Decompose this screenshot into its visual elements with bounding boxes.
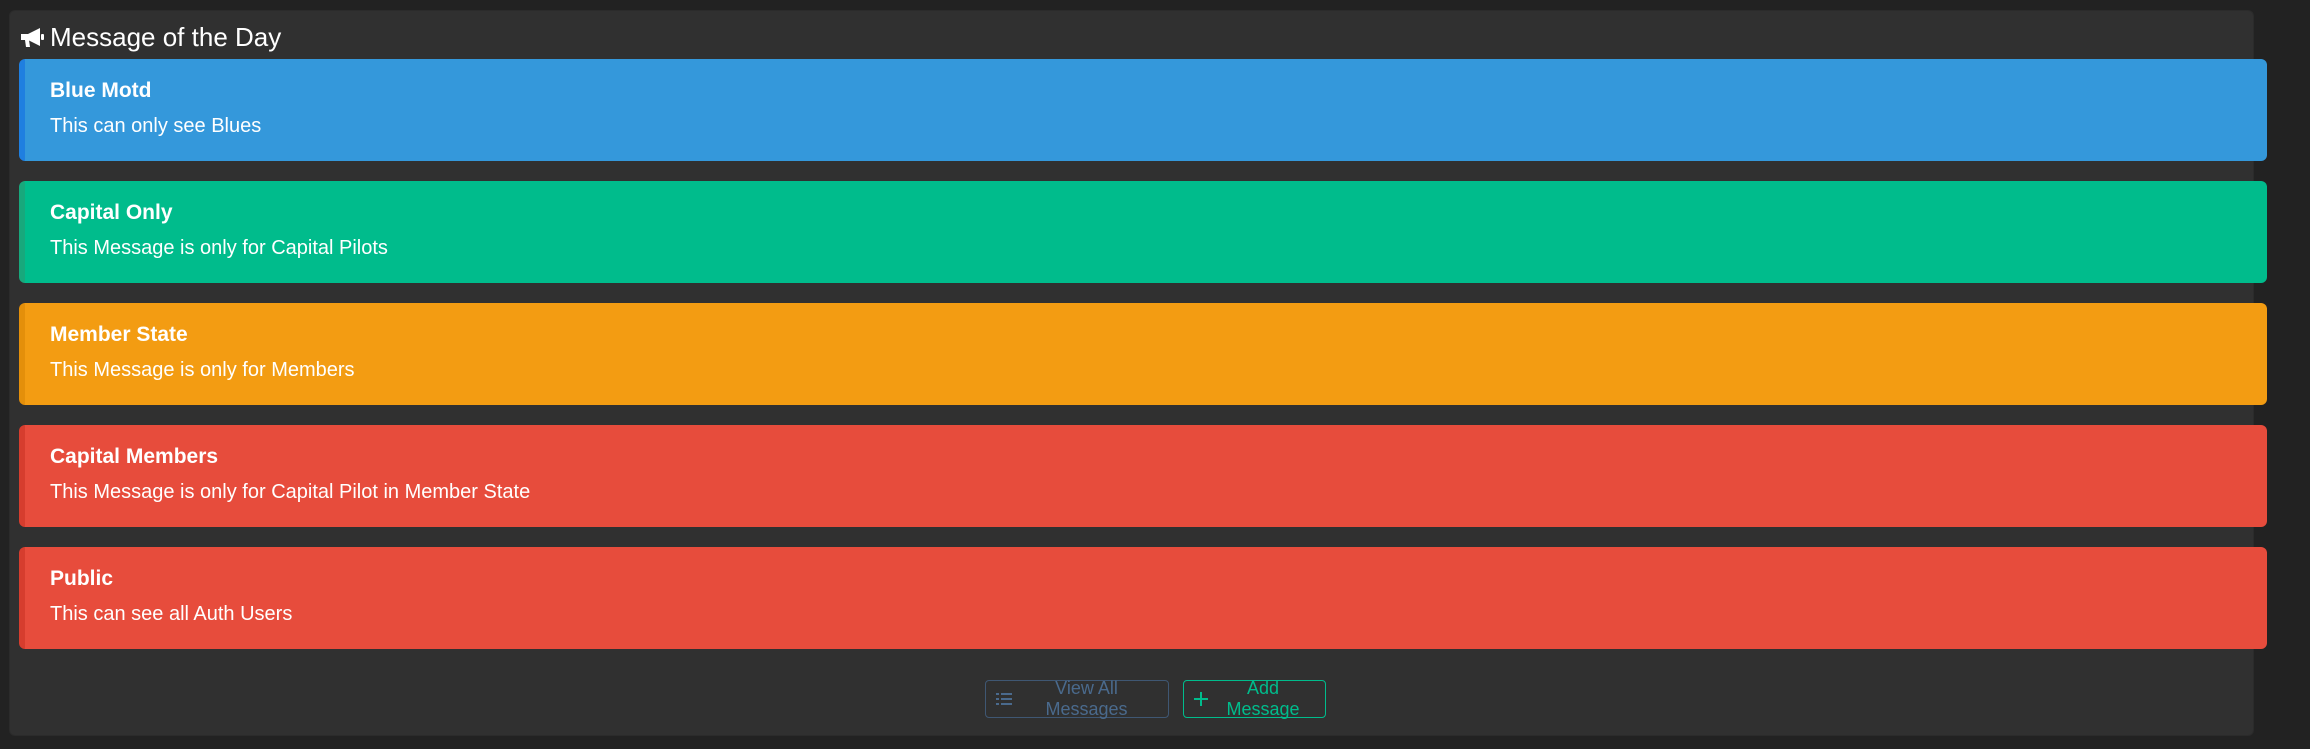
message-alert-capital: Capital Only This Message is only for Ca… — [19, 181, 2267, 283]
message-title: Member State — [50, 323, 188, 346]
message-alert-capital-members: Capital Members This Message is only for… — [19, 425, 2267, 527]
panel-title: Message of the Day — [50, 21, 282, 52]
panel-footer: View All Messages Add Message — [0, 678, 2310, 719]
plus-icon — [1193, 692, 1208, 706]
message-alert-public: Public This can see all Auth Users — [19, 547, 2267, 649]
message-list: Blue Motd This can only see Blues Capita… — [19, 59, 2267, 669]
add-message-button[interactable]: Add Message — [1182, 678, 1326, 719]
message-alert-blue: Blue Motd This can only see Blues — [19, 59, 2267, 161]
message-body: This can see all Auth Users — [50, 603, 293, 625]
bullhorn-icon — [19, 23, 49, 51]
message-alert-member: Member State This Message is only for Me… — [19, 303, 2267, 405]
view-all-messages-label: View All Messages — [1045, 678, 1128, 719]
view-all-messages-button[interactable]: View All Messages — [984, 678, 1169, 719]
panel-header: Message of the Day — [19, 20, 281, 54]
add-message-label: Add Message — [1226, 678, 1300, 719]
message-title: Public — [50, 567, 114, 590]
message-body: This Message is only for Capital Pilots — [50, 237, 388, 259]
message-body: This Message is only for Capital Pilot i… — [50, 481, 531, 503]
message-body: This Message is only for Members — [50, 359, 355, 381]
list-icon — [995, 692, 1012, 706]
message-body: This can only see Blues — [50, 115, 262, 137]
message-title: Capital Members — [50, 445, 219, 468]
message-title: Capital Only — [50, 201, 173, 224]
message-title: Blue Motd — [50, 79, 152, 102]
